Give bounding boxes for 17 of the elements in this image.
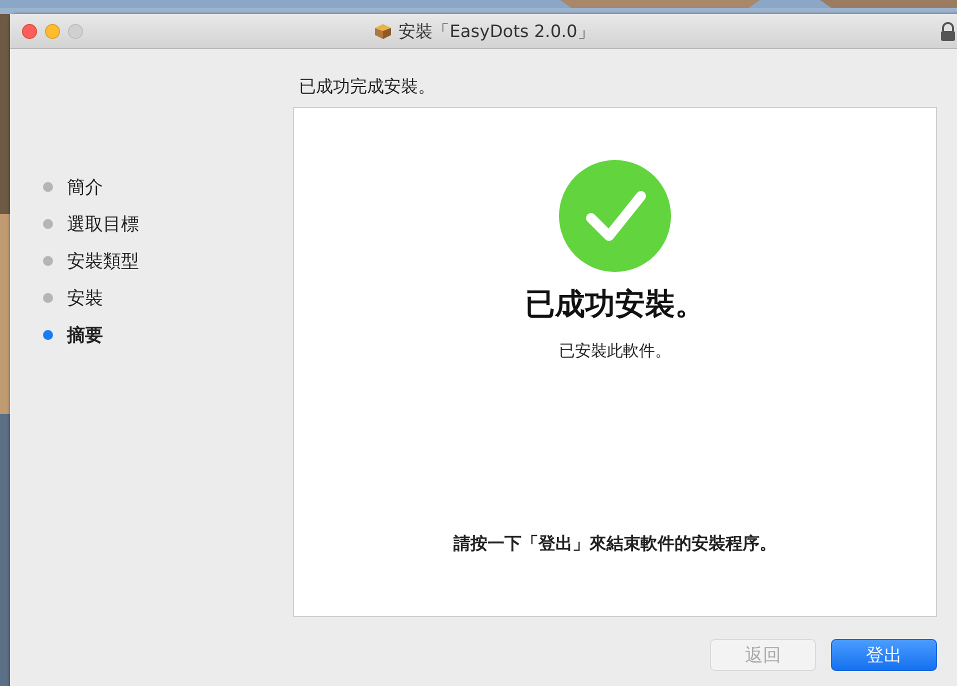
window-title: 安裝「EasyDots 2.0.0」 [398, 20, 594, 42]
step-label: 安裝類型 [67, 250, 139, 273]
close-button[interactable] [22, 24, 37, 38]
zoom-button[interactable] [68, 24, 83, 38]
instruction-text: 請按一下「登出」來結束軟件的安裝程序。 [454, 533, 776, 555]
lock-icon [939, 22, 957, 42]
step-label: 選取目標 [67, 213, 139, 236]
step-label: 安裝 [67, 287, 103, 310]
success-title: 已成功安裝。 [525, 286, 705, 324]
checkmark-icon [559, 160, 671, 272]
page-heading: 已成功完成安裝。 [299, 77, 435, 97]
step-label: 摘要 [67, 324, 103, 347]
success-subtitle: 已安裝此軟件。 [559, 341, 671, 362]
minimize-button[interactable] [45, 24, 60, 38]
log-out-button[interactable]: 登出 [831, 639, 937, 671]
package-icon [372, 22, 393, 40]
step-label: 簡介 [67, 176, 103, 199]
